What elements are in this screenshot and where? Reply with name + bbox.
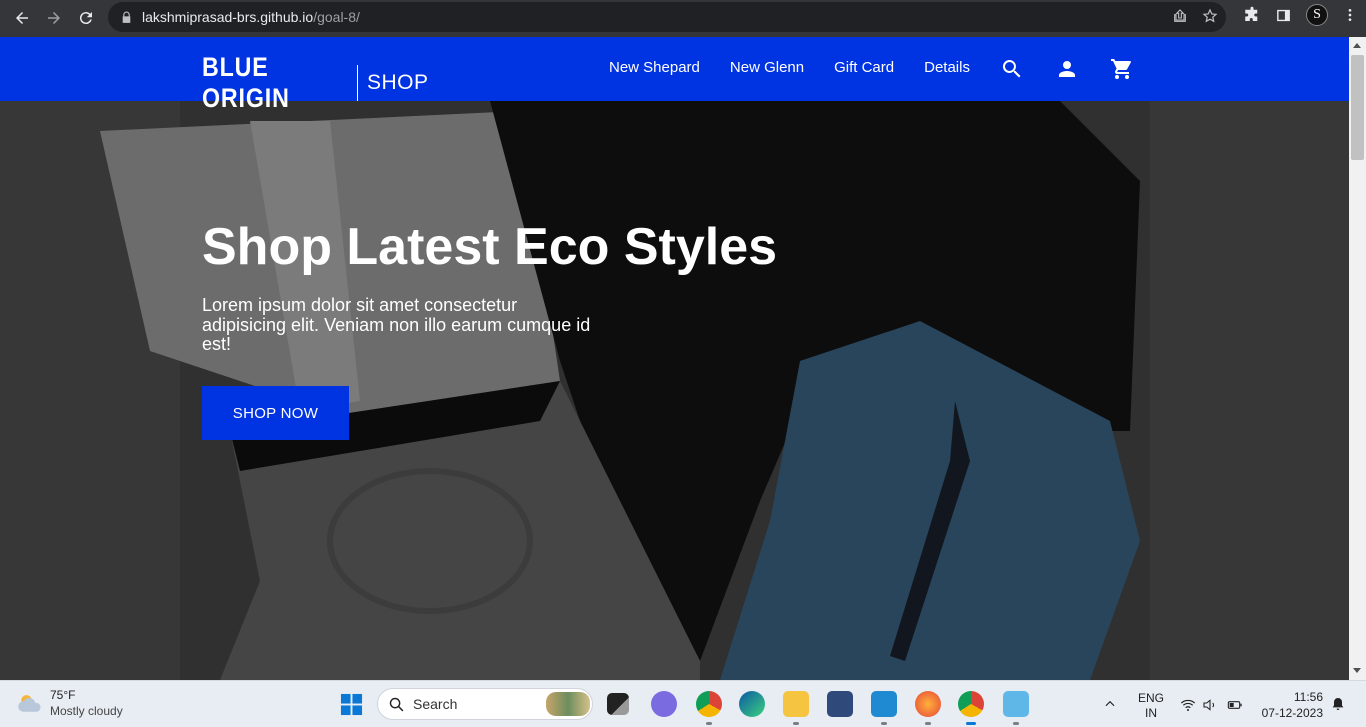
wifi-icon[interactable] [1180, 697, 1196, 713]
media-app-icon[interactable] [827, 691, 853, 717]
vscode-icon[interactable] [871, 691, 897, 717]
forward-button[interactable] [38, 2, 70, 34]
taskbar-active-indicator [966, 722, 976, 725]
shop-now-button[interactable]: SHOP NOW [202, 386, 349, 440]
logo-shop-text: SHOP [367, 71, 429, 94]
hero-description: Lorem ipsum dolor sit amet consectetur a… [202, 295, 591, 354]
clock-date: 07-12-2023 [1261, 706, 1323, 720]
browser-toolbar: lakshmiprasad-brs.github.io/goal-8/ S [0, 0, 1366, 37]
site-header: BLUE ORIGIN SHOP New Shepard New Glenn G… [0, 37, 1349, 113]
nav-link-new-glenn[interactable]: New Glenn [730, 59, 804, 76]
taskbar: 75°F Mostly cloudy Search ENG IN 11:56 0… [0, 680, 1366, 727]
taskbar-search[interactable]: Search [377, 688, 593, 720]
task-view-icon[interactable] [607, 693, 629, 715]
reload-button[interactable] [70, 2, 102, 34]
bookmark-star-icon[interactable] [1202, 8, 1218, 24]
main-nav: New Shepard New Glenn Gift Card Details [609, 59, 1000, 76]
site-logo[interactable]: BLUE ORIGIN SHOP [202, 52, 429, 114]
taskbar-running-indicator [925, 722, 931, 725]
scroll-up-arrow[interactable] [1353, 43, 1361, 48]
arrow-left-icon [16, 12, 28, 24]
url-path: /goal-8/ [313, 9, 360, 25]
taskbar-running-indicator [793, 722, 799, 725]
region-code: IN [1145, 706, 1157, 720]
search-highlight-image [546, 692, 590, 716]
weather-description: Mostly cloudy [50, 704, 123, 718]
lock-icon [122, 11, 131, 23]
windows-start-icon[interactable] [340, 693, 363, 716]
language-code: ENG [1138, 691, 1165, 705]
reload-icon [79, 12, 92, 25]
scroll-down-arrow[interactable] [1353, 668, 1361, 673]
page-viewport: BLUE ORIGIN SHOP New Shepard New Glenn G… [0, 37, 1349, 680]
chevron-up-icon[interactable] [1103, 697, 1117, 711]
weather-widget[interactable]: 75°F Mostly cloudy [16, 687, 123, 719]
teams-chat-icon[interactable] [651, 691, 677, 717]
scrollbar-thumb[interactable] [1351, 55, 1364, 160]
language-indicator[interactable]: ENG IN [1138, 691, 1164, 721]
nav-link-details[interactable]: Details [924, 59, 970, 76]
account-icon[interactable] [1055, 57, 1079, 81]
nav-link-new-shepard[interactable]: New Shepard [609, 59, 700, 76]
back-button[interactable] [6, 2, 38, 34]
logo-text: BLUE ORIGIN [202, 52, 290, 113]
taskbar-running-indicator [706, 722, 712, 725]
header-icons [1000, 57, 1134, 81]
arrow-right-icon [48, 12, 60, 24]
chrome-profile-icon[interactable] [696, 691, 722, 717]
clock[interactable]: 11:56 07-12-2023 [1258, 689, 1323, 721]
address-bar[interactable]: lakshmiprasad-brs.github.io/goal-8/ [108, 2, 1226, 32]
profile-avatar[interactable]: S [1306, 4, 1328, 26]
edge-icon[interactable] [739, 691, 765, 717]
firefox-icon[interactable] [915, 691, 941, 717]
cloudy-weather-icon [18, 695, 41, 712]
side-panel-icon[interactable] [1275, 7, 1292, 24]
nav-link-gift-card[interactable]: Gift Card [834, 59, 894, 76]
hero-title: Shop Latest Eco Styles [202, 218, 778, 276]
search-icon[interactable] [1000, 57, 1024, 81]
hero-section: Shop Latest Eco Styles Lorem ipsum dolor… [0, 101, 1349, 680]
logo-divider [357, 65, 358, 101]
search-icon [389, 697, 404, 711]
clock-time: 11:56 [1293, 690, 1323, 704]
url-host: lakshmiprasad-brs.github.io [142, 9, 314, 25]
taskbar-running-indicator [881, 722, 887, 725]
notepad-icon[interactable] [1003, 691, 1029, 717]
taskbar-running-indicator [1013, 722, 1019, 725]
cart-icon[interactable] [1110, 57, 1134, 81]
battery-icon[interactable] [1226, 697, 1244, 713]
chrome-active-icon[interactable] [958, 691, 984, 717]
kebab-menu-icon[interactable] [1342, 7, 1358, 23]
taskbar-search-label: Search [413, 696, 458, 712]
share-icon[interactable] [1172, 8, 1188, 24]
file-explorer-icon[interactable] [783, 691, 809, 717]
weather-temp: 75°F [50, 688, 76, 702]
extensions-icon[interactable] [1243, 6, 1261, 24]
notification-bell-icon[interactable] [1330, 696, 1346, 712]
volume-icon[interactable] [1202, 697, 1218, 713]
